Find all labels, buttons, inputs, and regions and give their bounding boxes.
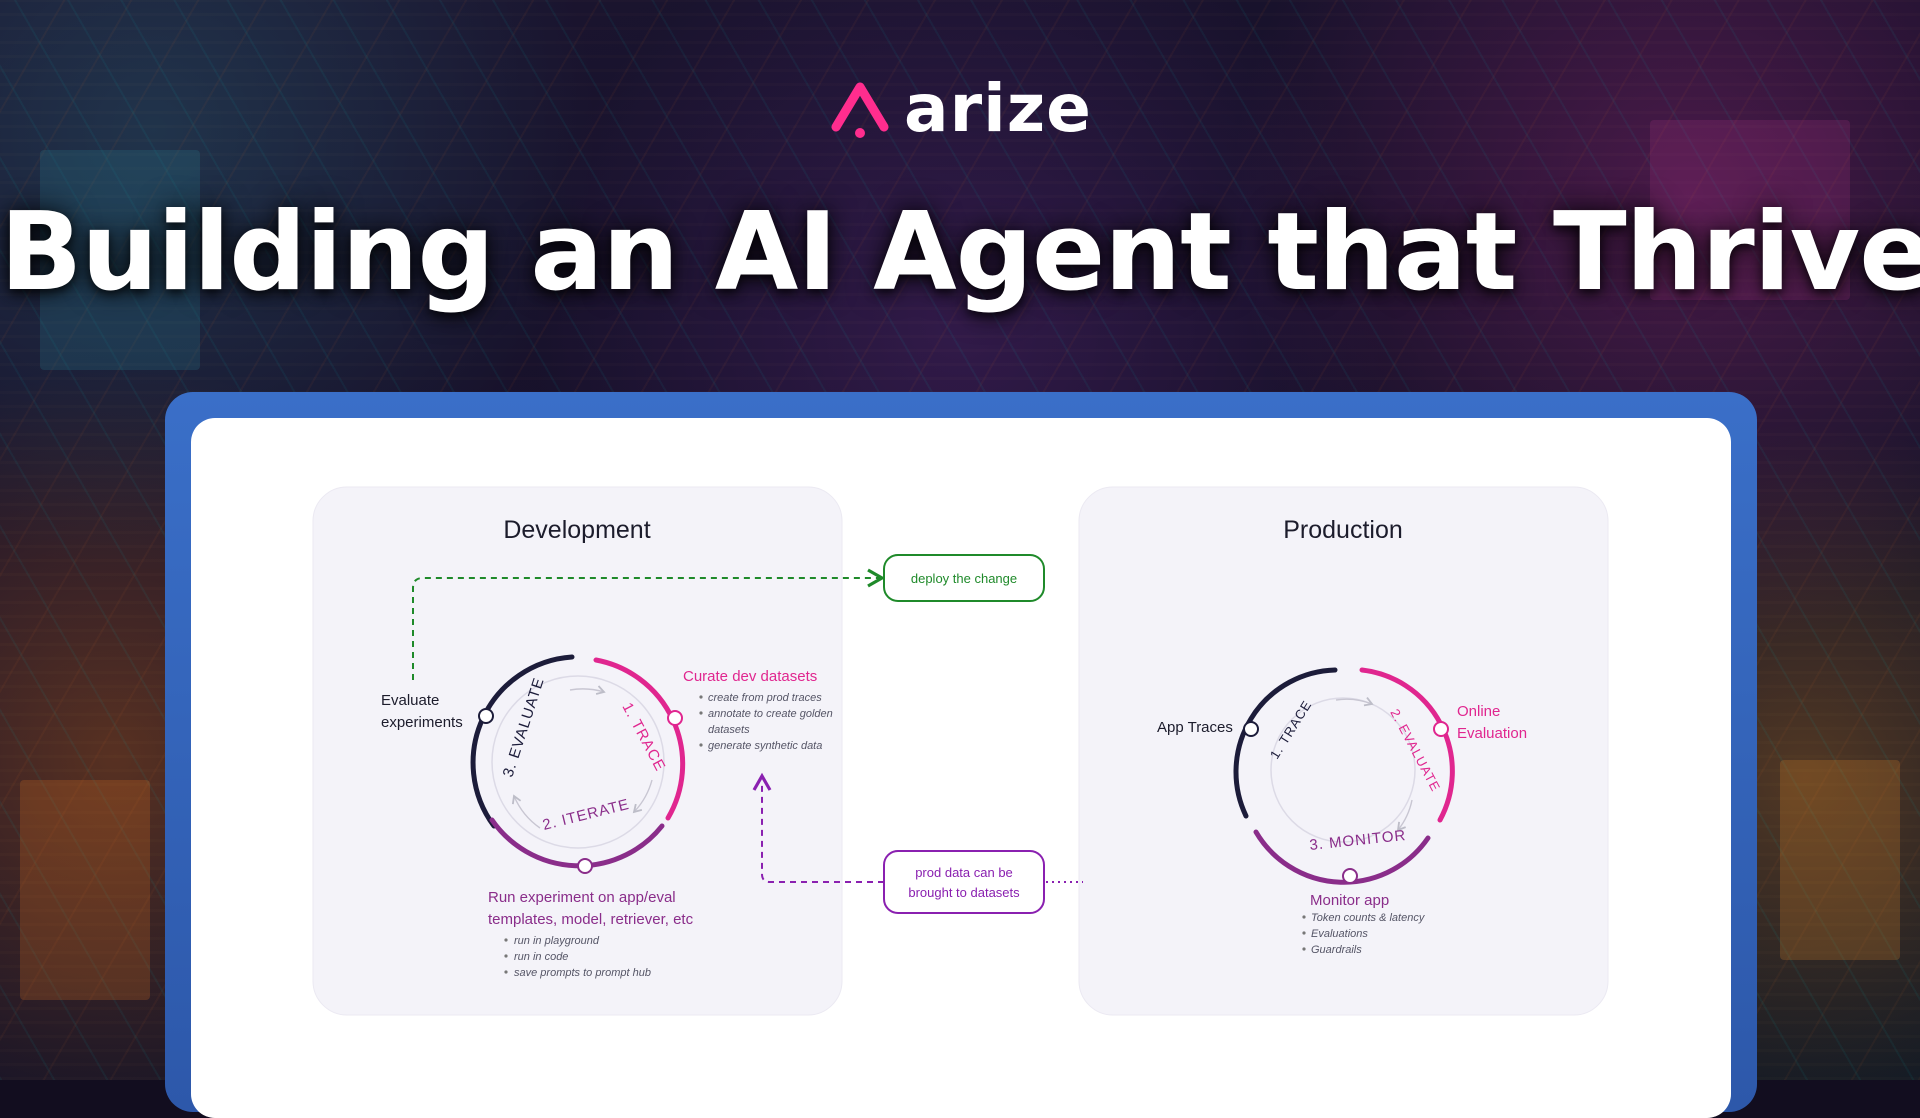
prod-data-label-2: brought to datasets <box>908 885 1020 900</box>
dev-node-evaluate <box>478 708 494 724</box>
monitor-bullet-2: Evaluations <box>1311 928 1368 940</box>
deploy-change-label: deploy the change <box>911 571 1017 586</box>
lifecycle-diagram: Development Production 3. EVALUATE 1. TR… <box>312 486 1609 1016</box>
monitor-bullet-3: Guardrails <box>1311 944 1362 956</box>
run-experiment-title-1: Run experiment on app/eval <box>488 889 676 906</box>
evaluate-experiments-label-2: experiments <box>381 714 463 731</box>
run-bullet-3: save prompts to prompt hub <box>514 967 651 979</box>
run-bullet-1: run in playground <box>514 935 600 947</box>
dev-node-trace <box>667 710 683 726</box>
online-evaluation-label-2: Evaluation <box>1457 725 1527 742</box>
curate-datasets-title: Curate dev datasets <box>683 668 817 685</box>
run-bullet-2: run in code <box>514 951 568 963</box>
curate-bullet-3: generate synthetic data <box>708 740 822 752</box>
dev-node-iterate <box>577 858 593 874</box>
deploy-change-box: deploy the change <box>883 554 1045 602</box>
prod-node-evaluate <box>1433 721 1449 737</box>
monitor-bullet-1: Token counts & latency <box>1311 912 1426 924</box>
development-title: Development <box>503 516 650 544</box>
prod-node-trace <box>1243 721 1259 737</box>
curate-bullet-1: create from prod traces <box>708 692 822 704</box>
app-traces-label: App Traces <box>1157 719 1233 736</box>
production-title: Production <box>1283 516 1403 544</box>
monitor-app-title: Monitor app <box>1310 892 1389 909</box>
curate-bullet-2b: datasets <box>708 724 750 736</box>
prod-node-monitor <box>1342 868 1358 884</box>
run-experiment-title-2: templates, model, retriever, etc <box>488 911 694 928</box>
evaluate-experiments-label-1: Evaluate <box>381 692 439 709</box>
prod-data-box: prod data can be brought to datasets <box>883 850 1045 914</box>
curate-bullet-2: annotate to create golden <box>708 708 833 720</box>
online-evaluation-label-1: Online <box>1457 703 1500 720</box>
prod-data-label-1: prod data can be <box>915 865 1013 880</box>
